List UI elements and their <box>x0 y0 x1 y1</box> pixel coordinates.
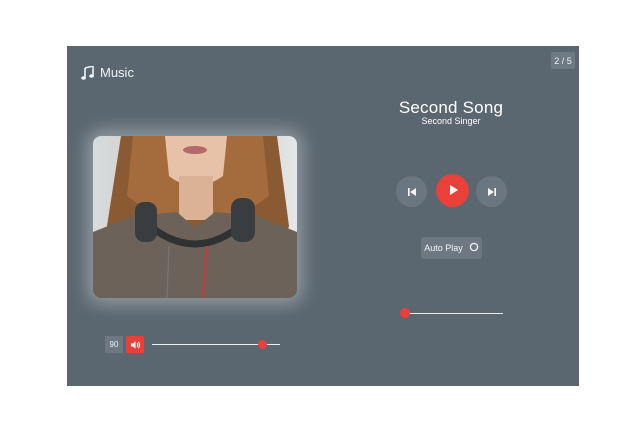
skip-next-icon <box>487 182 497 201</box>
circle-toggle-icon <box>469 242 479 254</box>
speaker-icon <box>130 335 141 354</box>
progress-track[interactable] <box>405 313 503 314</box>
album-cover <box>93 136 297 298</box>
play-button[interactable] <box>436 174 469 207</box>
autoplay-label: Auto Play <box>424 243 463 253</box>
volume-value: 90 <box>105 336 123 353</box>
play-icon <box>447 181 459 200</box>
next-button[interactable] <box>476 176 507 207</box>
song-artist: Second Singer <box>421 116 481 126</box>
music-player-panel: Music 2 / 5 Second Song Second Singer Au… <box>67 46 579 386</box>
progress-knob[interactable] <box>400 308 410 318</box>
skip-previous-icon <box>407 182 417 201</box>
app-title: Music <box>100 65 134 80</box>
previous-button[interactable] <box>396 176 427 207</box>
volume-knob[interactable] <box>258 340 267 349</box>
song-title: Second Song <box>398 98 504 117</box>
mute-button[interactable] <box>126 336 144 353</box>
music-note-icon <box>81 65 94 80</box>
app-header: Music <box>81 65 134 80</box>
autoplay-button[interactable]: Auto Play <box>421 237 482 259</box>
page-counter: 2 / 5 <box>551 52 575 69</box>
